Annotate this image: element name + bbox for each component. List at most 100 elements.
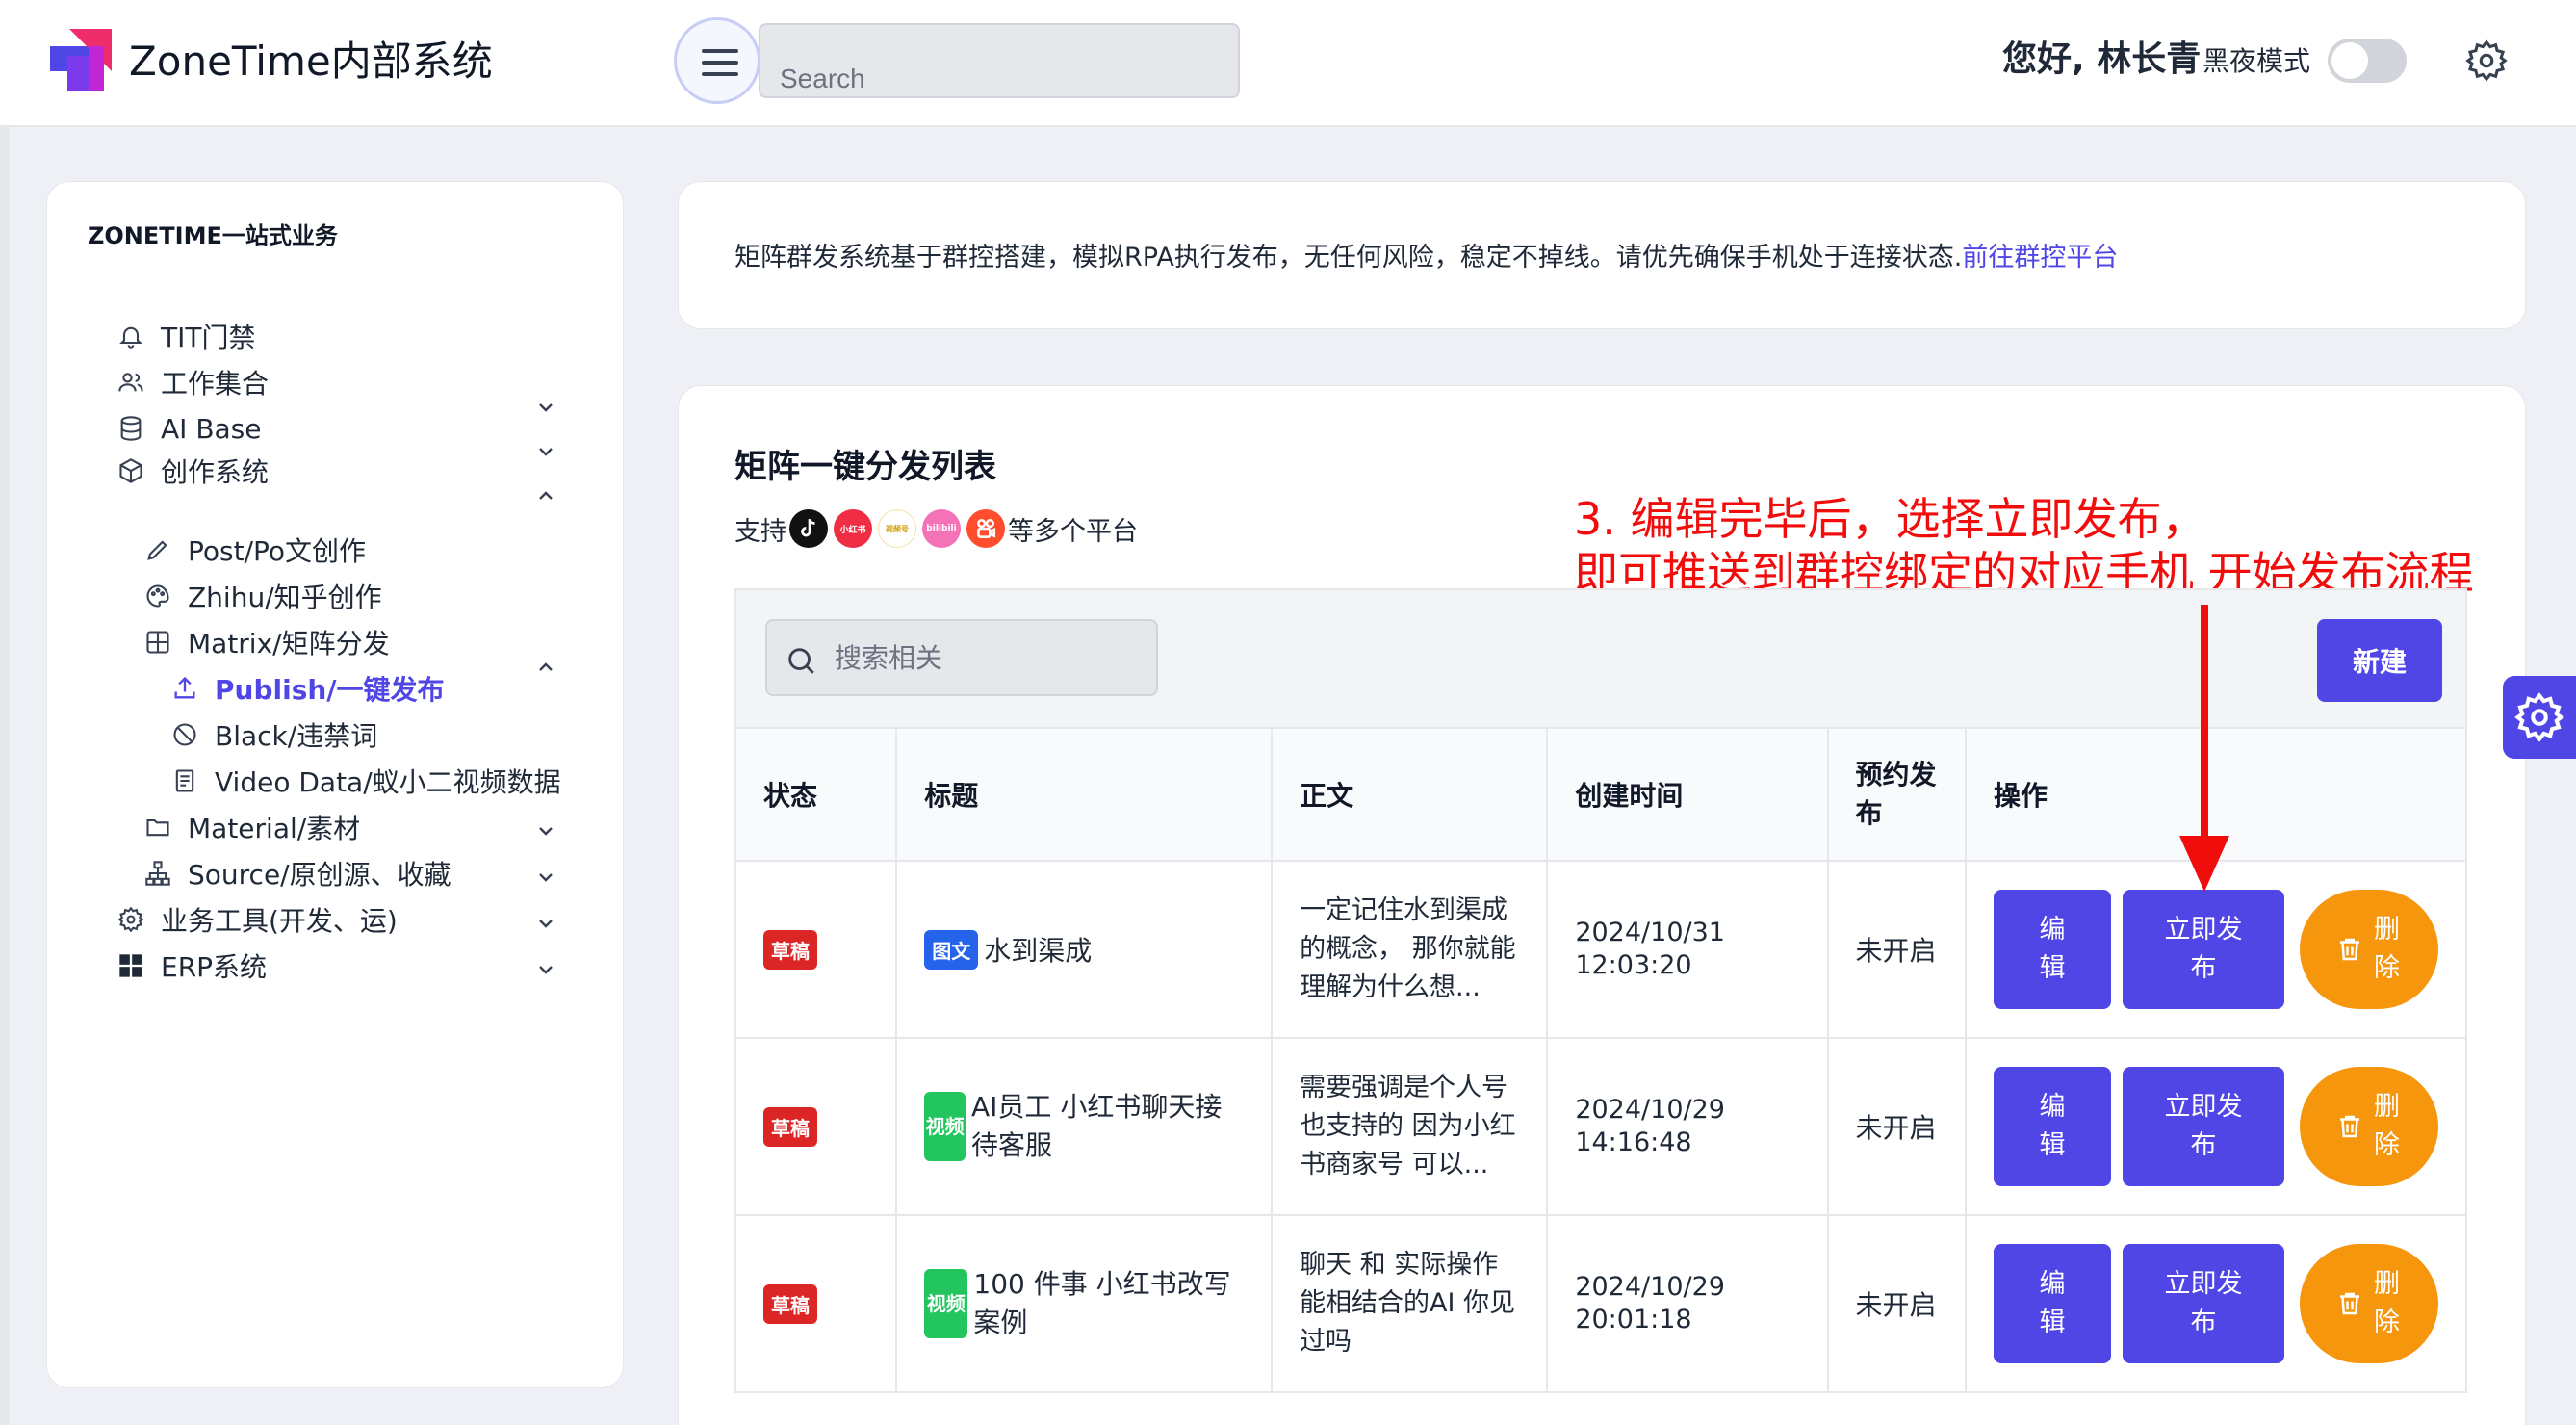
night-mode-toggle[interactable] [2328, 39, 2407, 83]
row-title: 水到渠成 [984, 935, 1093, 967]
brand-title: ZoneTime内部系统 [129, 38, 493, 85]
trash-icon [2339, 1115, 2359, 1138]
trash-icon [2339, 938, 2359, 961]
sidebar-item-label: 业务工具(开发、运) [161, 905, 398, 937]
xiaohongshu-icon: 小红书 [834, 509, 872, 548]
sidebar-item-label: 工作集合 [161, 368, 270, 400]
search-input[interactable] [759, 23, 1240, 98]
sidebar-item-label: Zhihu/知乎创作 [188, 582, 382, 613]
edit-button[interactable]: 编辑 [1993, 1244, 2111, 1363]
sidebar-item-erp[interactable]: ERP系统 [115, 935, 267, 997]
folder-icon [142, 811, 174, 843]
chevron-up-icon[interactable] [534, 656, 557, 679]
list-search-input[interactable] [835, 633, 1143, 683]
ban-icon [168, 718, 201, 751]
row-title: AI员工 小红书聊天接待客服 [971, 1091, 1223, 1161]
chevron-down-icon[interactable] [534, 396, 557, 419]
status-badge: 草稿 [763, 1106, 817, 1147]
chevron-down-icon[interactable] [534, 866, 557, 889]
column-header[interactable]: 正文 [1271, 727, 1549, 862]
notice-text: 矩阵群发系统基于群控搭建，模拟RPA执行发布，无任何风险，稳定不掉线。请优先确保… [734, 236, 2118, 273]
edit-button[interactable]: 编辑 [1993, 890, 2111, 1009]
page-scrollbar[interactable] [0, 127, 10, 1425]
gear-icon [2514, 692, 2564, 742]
supported-platforms: 支持 小红书 视频号 bilibili 等多个平台 [734, 505, 1138, 552]
sidebar-item-creation[interactable]: 创作系统 [115, 440, 269, 502]
bilibili-icon: bilibili [922, 509, 961, 548]
list-search-box[interactable] [765, 619, 1158, 696]
publish-now-button[interactable]: 立即发布 [2122, 1067, 2284, 1186]
publish-now-button[interactable]: 立即发布 [2122, 890, 2284, 1009]
windows-icon [115, 949, 147, 982]
row-schedule: 未开启 [1855, 935, 1937, 967]
sidebar-item-label: Black/违禁词 [215, 720, 378, 752]
column-header[interactable]: 创建时间 [1546, 727, 1829, 862]
publish-label: 立即发布 [2164, 1269, 2243, 1337]
sidebar-item-label: Video Data/蚁小二视频数据 [215, 766, 561, 798]
new-button[interactable]: 新建 [2317, 619, 2442, 702]
shipinhao-icon: 视频号 [878, 509, 916, 548]
delete-button[interactable]: 删除 [2299, 1067, 2438, 1186]
logo-icon [50, 29, 112, 91]
users-icon [115, 366, 147, 399]
edit-button[interactable]: 编辑 [1993, 1067, 2111, 1186]
sidebar-section-title: ZONETIME一站式业务 [88, 222, 338, 249]
floating-settings-button[interactable] [2503, 676, 2576, 759]
sidebar-item-label: Material/素材 [188, 813, 361, 844]
user-greeting: 您好, 林长青 [2002, 39, 2202, 79]
row-body: 需要强调是个人号也支持的 因为小红书商家号 可以... [1300, 1073, 1516, 1179]
row-created-time: 2024/10/31 12:03:20 [1575, 918, 1725, 980]
menu-toggle-button[interactable] [674, 17, 760, 104]
settings-gear-icon[interactable] [2464, 39, 2509, 83]
page-title: 矩阵一键分发列表 [734, 448, 996, 486]
publish-label: 立即发布 [2164, 915, 2243, 983]
notice-message: 矩阵群发系统基于群控搭建，模拟RPA执行发布，无任何风险，稳定不掉线。请优先确保… [734, 243, 1963, 272]
notice-card: 矩阵群发系统基于群控搭建，模拟RPA执行发布，无任何风险，稳定不掉线。请优先确保… [678, 181, 2526, 329]
group-control-link[interactable]: 前往群控平台 [1962, 243, 2118, 272]
row-created-time: 2024/10/29 14:16:48 [1575, 1095, 1725, 1157]
row-schedule: 未开启 [1855, 1289, 1937, 1321]
column-header[interactable]: 标题 [895, 727, 1274, 862]
delete-label: 删除 [2373, 915, 2400, 983]
type-badge: 视频 [924, 1269, 968, 1338]
status-badge: 草稿 [763, 929, 817, 970]
publish-now-button[interactable]: 立即发布 [2122, 1244, 2284, 1363]
chevron-down-icon[interactable] [534, 819, 557, 842]
kuaishou-icon [966, 509, 1005, 548]
type-badge: 视频 [924, 1092, 966, 1161]
row-body: 一定记住水到渠成的概念， 那你就能理解为什么想... [1300, 895, 1516, 1002]
chevron-down-icon[interactable] [534, 958, 557, 981]
document-icon [168, 764, 201, 797]
row-created-time: 2024/10/29 20:01:18 [1575, 1272, 1725, 1334]
annotation-line-1: 3. 编辑完毕后，选择立即发布， [1574, 493, 2206, 545]
edit-label: 编辑 [2039, 1269, 2066, 1337]
sitemap-icon [142, 857, 174, 890]
column-header[interactable]: 状态 [734, 727, 898, 862]
sidebar-item-label: TIT门禁 [161, 322, 256, 353]
sidebar-item-label: Post/Po文创作 [188, 535, 367, 567]
night-mode-label: 黑夜模式 [2202, 45, 2311, 77]
top-bar: ZoneTime内部系统 您好, 林长青 黑夜模式 [0, 0, 2576, 127]
sidebar-item-label: ERP系统 [161, 951, 268, 983]
delete-button[interactable]: 删除 [2299, 1244, 2438, 1363]
row-schedule: 未开启 [1855, 1112, 1937, 1144]
row-body: 聊天 和 实际操作能相结合的AI 你见过吗 [1300, 1250, 1516, 1357]
sidebar-item-label: Matrix/矩阵分发 [188, 628, 390, 660]
edit-label: 编辑 [2039, 1092, 2066, 1160]
status-badge: 草稿 [763, 1283, 817, 1324]
sidebar-item-label: Source/原创源、收藏 [188, 859, 451, 891]
sidebar-item-label: 创作系统 [161, 456, 270, 488]
column-header[interactable]: 预约发布 [1826, 727, 1967, 862]
chevron-up-icon[interactable] [534, 484, 557, 507]
support-prefix: 支持 [734, 516, 786, 547]
bell-icon [115, 320, 147, 352]
gear-icon [115, 903, 147, 936]
grid-icon [142, 626, 174, 659]
douyin-icon [789, 509, 828, 548]
chevron-down-icon[interactable] [534, 440, 557, 463]
publish-label: 立即发布 [2164, 1092, 2243, 1160]
delete-button[interactable]: 删除 [2299, 890, 2438, 1009]
search-icon [788, 648, 814, 674]
chevron-down-icon[interactable] [534, 912, 557, 935]
table-row: 草稿 视频 100 件事 小红书改写案例 聊天 和 实际操作能相结合的AI 你见过… [734, 1214, 2468, 1393]
